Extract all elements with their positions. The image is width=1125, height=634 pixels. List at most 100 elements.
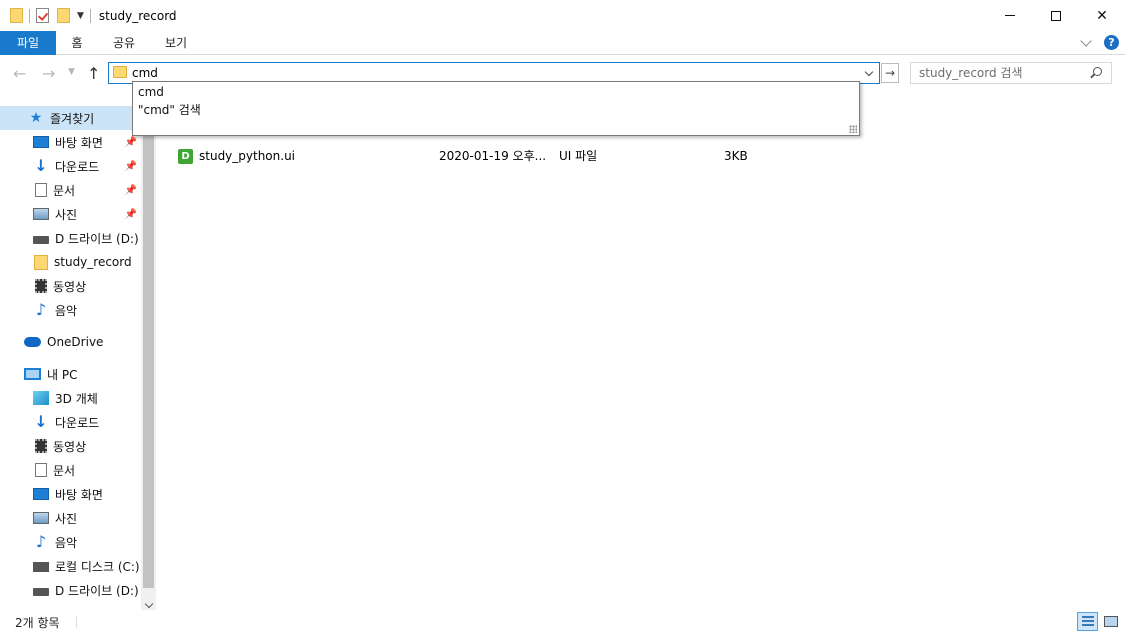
sidebar-scrollbar[interactable]	[141, 104, 156, 610]
music-icon: ♪	[35, 300, 47, 319]
tab-file[interactable]: 파일	[0, 31, 56, 55]
expand-ribbon-icon[interactable]	[1080, 35, 1092, 47]
document-icon	[35, 183, 47, 197]
suggestion-search-item[interactable]: "cmd" 검색	[138, 101, 201, 119]
navigation-pane: ★ 즐겨찾기 바탕 화면 📌 ↓ 다운로드 📌 문서 📌 사진 📌 D 드라이브…	[0, 104, 156, 610]
item-count: 2개 항목	[15, 616, 60, 630]
tab-home[interactable]: 홈	[62, 31, 92, 55]
arrow-right-icon: →	[884, 66, 896, 80]
minimize-button[interactable]	[987, 0, 1033, 31]
maximize-button[interactable]	[1033, 0, 1079, 31]
desktop-icon	[33, 136, 49, 148]
sidebar-item-d-drive-pc[interactable]: D 드라이브 (D:)	[0, 578, 141, 602]
sidebar-item-videos[interactable]: 동영상	[0, 274, 141, 298]
sidebar-item-study-record[interactable]: study_record	[0, 250, 141, 274]
sidebar-item-documents-pc[interactable]: 문서	[0, 458, 141, 482]
sidebar-item-label: 바탕 화면	[55, 135, 103, 150]
go-button[interactable]: →	[881, 63, 899, 83]
status-bar: 2개 항목	[0, 610, 1125, 634]
back-button[interactable]: ←	[13, 64, 26, 83]
file-list: D study_python.ui 2020-01-19 오후... UI 파일…	[156, 104, 1125, 610]
file-explorer-window: ▼ study_record ✕ 파일 홈 공유 보기 ? ← → ▼ ↑ →	[0, 0, 1125, 634]
title-bar: ▼ study_record ✕	[0, 0, 1125, 31]
sidebar-item-this-pc[interactable]: 내 PC	[0, 362, 141, 386]
details-view-icon	[1081, 616, 1094, 627]
sidebar-item-label: 로컬 디스크 (C:)	[55, 559, 140, 574]
sidebar-item-music[interactable]: ♪ 음악	[0, 298, 141, 322]
cube-icon	[33, 391, 49, 405]
sidebar-item-label: 즐겨찾기	[50, 111, 95, 126]
scroll-down-icon[interactable]	[144, 599, 154, 609]
sidebar-item-label: 문서	[53, 463, 76, 478]
sidebar-item-pictures[interactable]: 사진 📌	[0, 202, 141, 226]
sidebar-item-label: 사진	[55, 511, 78, 526]
scrollbar-thumb[interactable]	[143, 104, 154, 588]
search-icon[interactable]	[1093, 67, 1102, 76]
file-type: UI 파일	[559, 149, 598, 163]
sidebar-item-downloads-pc[interactable]: ↓ 다운로드	[0, 410, 141, 434]
address-dropdown-button[interactable]	[859, 63, 879, 83]
sidebar-item-onedrive[interactable]: OneDrive	[0, 330, 141, 354]
cloud-icon	[24, 337, 41, 347]
folder-icon	[34, 254, 48, 270]
help-icon[interactable]: ?	[1104, 35, 1119, 50]
search-box[interactable]	[910, 62, 1112, 84]
window-title: study_record	[98, 8, 177, 23]
sidebar-item-3d-objects[interactable]: 3D 개체	[0, 386, 141, 410]
sidebar-item-d-drive[interactable]: D 드라이브 (D:)	[0, 226, 141, 250]
sidebar-item-pictures-pc[interactable]: 사진	[0, 506, 141, 530]
close-button[interactable]: ✕	[1079, 0, 1125, 31]
customize-toolbar-icon[interactable]: ▼	[77, 11, 84, 21]
recent-locations-icon[interactable]: ▼	[68, 67, 75, 77]
file-name: study_python.ui	[199, 149, 296, 163]
ribbon-tabs: 파일 홈 공유 보기 ?	[0, 31, 1125, 55]
folder-icon	[10, 8, 23, 23]
table-row[interactable]: D study_python.ui 2020-01-19 오후... UI 파일…	[178, 146, 748, 166]
drive-icon	[33, 588, 49, 596]
forward-button[interactable]: →	[42, 64, 55, 83]
sidebar-item-label: OneDrive	[47, 335, 104, 349]
download-icon: ↓	[34, 156, 48, 175]
sidebar-item-music-pc[interactable]: ♪ 음악	[0, 530, 141, 554]
sidebar-item-videos-pc[interactable]: 동영상	[0, 434, 141, 458]
pin-icon: 📌	[124, 136, 137, 148]
suggestion-item[interactable]: cmd	[138, 83, 164, 101]
pin-icon: 📌	[124, 208, 137, 220]
download-icon: ↓	[34, 412, 48, 431]
video-icon	[35, 439, 47, 453]
divider	[29, 8, 30, 23]
sidebar-item-c-drive[interactable]: 로컬 디스크 (C:)	[0, 554, 141, 578]
picture-icon	[33, 512, 49, 524]
sidebar-item-downloads[interactable]: ↓ 다운로드 📌	[0, 154, 141, 178]
search-input[interactable]	[919, 66, 1079, 80]
sidebar-item-label: D 드라이브 (D:)	[55, 583, 139, 598]
properties-icon[interactable]	[36, 8, 49, 23]
large-icons-view-button[interactable]	[1100, 612, 1121, 631]
minimize-icon	[1005, 15, 1015, 16]
sidebar-item-label: 음악	[55, 535, 78, 550]
address-input[interactable]	[132, 65, 732, 81]
maximize-icon	[1051, 10, 1061, 21]
picture-icon	[33, 208, 49, 220]
pin-icon: 📌	[124, 160, 137, 172]
star-icon: ★	[29, 110, 43, 126]
desktop-icon	[33, 488, 49, 500]
folder-icon	[113, 66, 127, 78]
divider	[89, 8, 91, 23]
sidebar-item-label: 음악	[55, 303, 78, 318]
tab-view[interactable]: 보기	[156, 31, 196, 55]
tab-share[interactable]: 공유	[104, 31, 144, 55]
sidebar-item-documents[interactable]: 문서 📌	[0, 178, 141, 202]
sidebar-item-desktop[interactable]: 바탕 화면 📌	[0, 130, 141, 154]
window-controls: ✕	[987, 0, 1125, 31]
resize-grip-icon[interactable]	[849, 125, 857, 133]
new-folder-icon[interactable]	[57, 8, 70, 23]
up-button[interactable]: ↑	[87, 64, 100, 83]
sidebar-item-favorites[interactable]: ★ 즐겨찾기	[0, 106, 141, 130]
document-icon	[35, 463, 47, 477]
ribbon-controls: ?	[1080, 35, 1119, 50]
sidebar-item-desktop-pc[interactable]: 바탕 화면	[0, 482, 141, 506]
details-view-button[interactable]	[1077, 612, 1098, 631]
video-icon	[35, 279, 47, 293]
sidebar-item-label: 다운로드	[55, 415, 100, 430]
